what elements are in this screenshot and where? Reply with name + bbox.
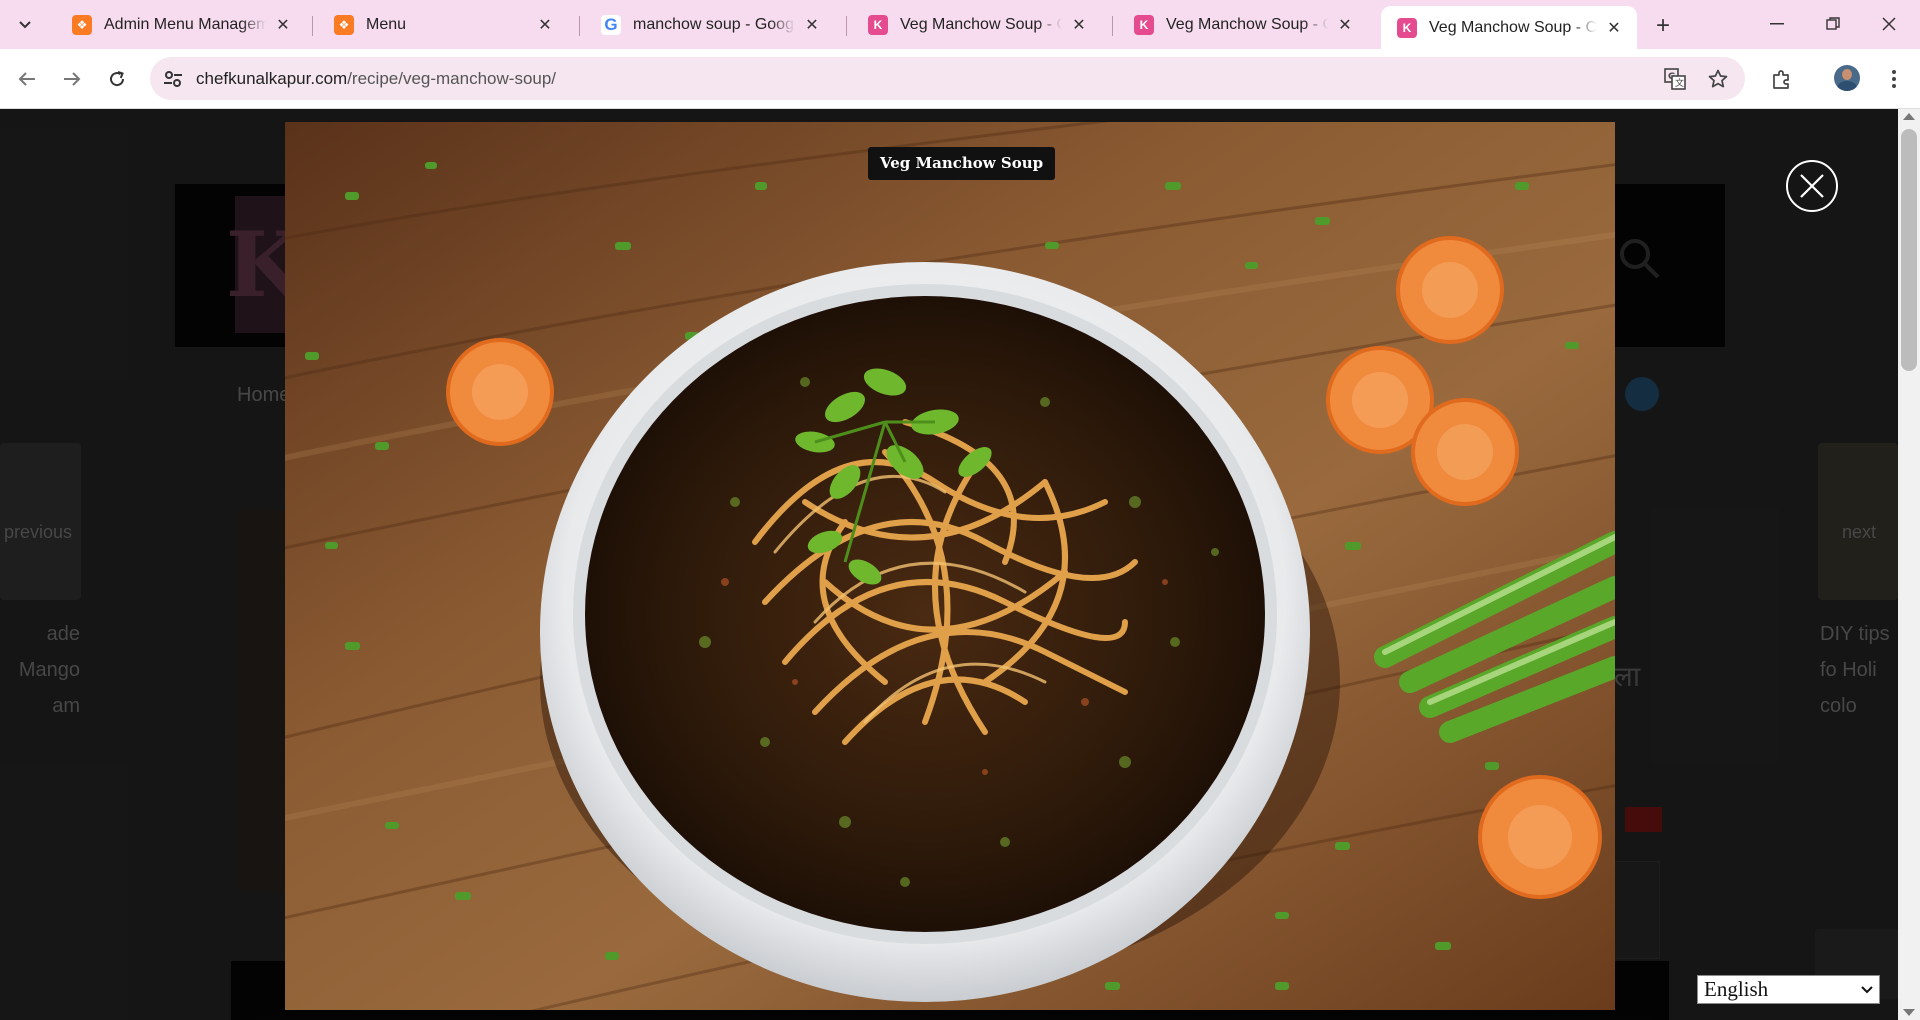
close-icon xyxy=(1800,174,1824,198)
scrollbar-thumb[interactable] xyxy=(1901,129,1917,371)
arrow-right-icon xyxy=(64,72,81,86)
tune-icon xyxy=(164,71,182,87)
site-info-button[interactable] xyxy=(160,66,186,92)
language-select[interactable]: English xyxy=(1697,975,1880,1004)
chefkunal-icon: K xyxy=(1397,17,1417,38)
lightbox-caption: Veg Manchow Soup xyxy=(868,147,1056,180)
reload-button[interactable] xyxy=(101,63,133,95)
chevron-down-icon xyxy=(1861,985,1873,993)
close-window-button[interactable] xyxy=(1866,8,1912,40)
translate-icon: G文 xyxy=(1664,68,1686,90)
bookmark-star-button[interactable] xyxy=(1705,66,1731,92)
tab-veg-manchow-1[interactable]: K Veg Manchow Soup - Chef Kunal Kapur ✕ xyxy=(852,6,1102,44)
url-text[interactable]: chefkunalkapur.com/recipe/veg-manchow-so… xyxy=(196,69,556,89)
manchow-soup-photo xyxy=(285,122,1615,1010)
tab-google-search[interactable]: G manchow soup - Google Search ✕ xyxy=(585,6,835,44)
restore-icon xyxy=(1826,17,1840,30)
close-icon[interactable]: ✕ xyxy=(1334,14,1356,36)
tab-search-button[interactable] xyxy=(8,10,42,40)
extensions-button[interactable] xyxy=(1766,63,1798,95)
scroll-down-arrow[interactable] xyxy=(1903,1009,1915,1016)
profile-avatar[interactable] xyxy=(1834,65,1860,91)
tab-veg-manchow-2[interactable]: K Veg Manchow Soup - Chef Kunal Kapur ✕ xyxy=(1118,6,1368,44)
reload-icon xyxy=(110,71,125,87)
minimize-icon xyxy=(1770,23,1784,25)
page-scrollbar[interactable] xyxy=(1898,109,1920,1020)
lightbox-close-button[interactable] xyxy=(1786,160,1838,212)
address-bar[interactable]: chefkunalkapur.com/recipe/veg-manchow-so… xyxy=(150,57,1745,100)
close-icon[interactable]: ✕ xyxy=(1603,17,1625,39)
puzzle-icon xyxy=(1773,70,1789,89)
tab-menu[interactable]: ❖ Menu ✕ xyxy=(318,6,568,44)
url-domain: chefkunalkapur.com xyxy=(196,69,348,88)
new-tab-button[interactable]: + xyxy=(1649,12,1677,40)
forward-button[interactable] xyxy=(56,63,88,95)
close-icon xyxy=(1882,17,1896,31)
language-select-value: English xyxy=(1704,977,1769,1001)
xampp-icon: ❖ xyxy=(72,15,92,35)
more-vert-icon xyxy=(1892,70,1896,88)
google-icon: G xyxy=(601,15,621,35)
chrome-menu-button[interactable] xyxy=(1878,63,1910,95)
chefkunal-icon: K xyxy=(868,15,888,35)
tab-divider xyxy=(846,16,847,36)
scroll-up-arrow[interactable] xyxy=(1903,113,1915,120)
url-path: /recipe/veg-manchow-soup/ xyxy=(347,69,557,88)
minimize-button[interactable] xyxy=(1754,8,1800,40)
lightbox-image[interactable] xyxy=(285,122,1615,1010)
arrow-left-icon xyxy=(18,72,35,86)
svg-text:文: 文 xyxy=(1675,77,1684,89)
browser-toolbar: chefkunalkapur.com/recipe/veg-manchow-so… xyxy=(0,49,1920,109)
chefkunal-icon: K xyxy=(1134,15,1154,35)
tab-strip: ❖ Admin Menu Management ✕ ❖ Menu ✕ G man… xyxy=(0,0,1920,49)
close-icon[interactable]: ✕ xyxy=(1068,14,1090,36)
star-icon xyxy=(1708,69,1728,88)
close-icon[interactable]: ✕ xyxy=(534,14,556,36)
restore-button[interactable] xyxy=(1810,8,1856,40)
close-icon[interactable]: ✕ xyxy=(272,14,294,36)
chevron-down-icon xyxy=(19,21,31,29)
tab-veg-manchow-active[interactable]: K Veg Manchow Soup - Chef Kunal Kapur ✕ xyxy=(1381,6,1637,49)
translate-button[interactable]: G文 xyxy=(1662,66,1688,92)
tab-divider xyxy=(312,16,313,36)
tab-divider xyxy=(1112,16,1113,36)
tab-admin-menu-management[interactable]: ❖ Admin Menu Management ✕ xyxy=(56,6,306,44)
tab-divider xyxy=(579,16,580,36)
close-icon[interactable]: ✕ xyxy=(801,14,823,36)
xampp-icon: ❖ xyxy=(334,15,354,35)
back-button[interactable] xyxy=(11,63,43,95)
